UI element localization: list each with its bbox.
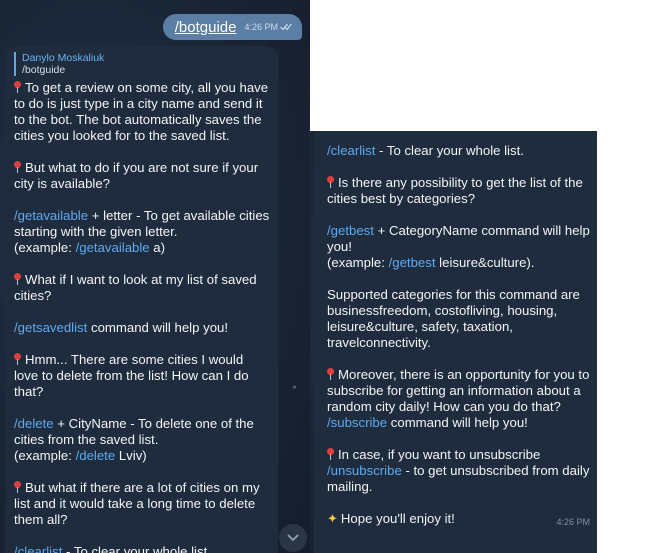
paragraph-text: - To clear your whole list. <box>375 143 524 158</box>
unsubscribe-command-link[interactable]: /unsubscribe <box>327 463 402 478</box>
example-suffix: Lviv) <box>115 448 147 463</box>
scroll-down-button[interactable] <box>279 524 307 552</box>
getbest-example-link[interactable]: /getbest <box>389 255 436 270</box>
example-prefix: (example: <box>14 448 76 463</box>
sent-message-bubble: /botguide 4:26 PM <box>162 14 302 40</box>
example-prefix: (example: <box>14 240 76 255</box>
example-suffix: a) <box>149 240 166 255</box>
pushpin-icon <box>327 368 334 380</box>
dizzy-star-icon: ✦ <box>327 511 338 526</box>
message-paragraph: Hmm... There are some cities I would lov… <box>14 352 270 400</box>
reply-quote-text: /botguide <box>22 64 66 76</box>
message-paragraph: What if I want to look at my list of sav… <box>14 272 270 304</box>
bot-reply-bubble-part2: /clearlist - To clear your whole list. I… <box>314 131 597 553</box>
getbest-command-link[interactable]: /getbest <box>327 223 374 238</box>
message-time: 4:26 PM <box>556 517 590 527</box>
pushpin-icon <box>14 161 21 173</box>
message-paragraph: But what if there are a lot of cities on… <box>14 480 270 528</box>
message-paragraph: ✦ Hope you'll enjoy it! 4:26 PM <box>327 511 590 527</box>
sent-message-meta: 4:26 PM <box>244 22 292 32</box>
subscribe-command-link[interactable]: /subscribe <box>327 415 387 430</box>
reply-quote[interactable]: Danylo Moskaliuk /botguide <box>14 52 270 76</box>
example-prefix: (example: <box>327 255 389 270</box>
pushpin-icon <box>14 353 21 365</box>
pushpin-icon <box>14 273 21 285</box>
message-paragraph: Moreover, there is an opportunity for yo… <box>327 367 590 431</box>
chevron-down-icon <box>287 534 299 542</box>
sent-message-time: 4:26 PM <box>244 22 278 32</box>
message-paragraph: /clearlist - To clear your whole list. <box>14 544 270 553</box>
paragraph-text: Supported categories for this command ar… <box>327 287 580 350</box>
message-paragraph: /getavailable + letter - To get availabl… <box>14 208 270 256</box>
paragraph-text: To get a review on some city, all you ha… <box>14 80 269 143</box>
message-paragraph: /delete + CityName - To delete one of th… <box>14 416 270 464</box>
message-paragraph: Is there any possibility to get the list… <box>327 175 590 207</box>
pushpin-icon <box>14 481 21 493</box>
chat-panel-right: /clearlist - To clear your whole list. I… <box>310 131 597 553</box>
clearlist-command-link[interactable]: /clearlist <box>14 544 62 553</box>
example-suffix: leisure&culture). <box>435 255 535 270</box>
pushpin-icon <box>327 176 334 188</box>
getavailable-command-link[interactable]: /getavailable <box>14 208 88 223</box>
paragraph-text: But what to do if you are not sure if yo… <box>14 160 259 191</box>
clearlist-command-link[interactable]: /clearlist <box>327 143 375 158</box>
paragraph-text: In case, if you want to unsubscribe <box>338 447 541 462</box>
chat-panel-left: /botguide 4:26 PM Danylo Moskaliuk /botg… <box>0 0 310 553</box>
getsavedlist-command-link[interactable]: /getsavedlist <box>14 320 87 335</box>
paragraph-text: command will help you! <box>387 415 528 430</box>
paragraph-text: What if I want to look at my list of sav… <box>14 272 257 303</box>
paragraph-text: - To clear your whole list. <box>62 544 211 553</box>
message-paragraph: To get a review on some city, all you ha… <box>14 80 270 144</box>
paragraph-text: Moreover, there is an opportunity for yo… <box>327 367 590 414</box>
delete-example-link[interactable]: /delete <box>76 448 116 463</box>
double-check-icon <box>280 23 292 31</box>
message-paragraph: /getsavedlist command will help you! <box>14 320 270 336</box>
getavailable-example-link[interactable]: /getavailable <box>76 240 150 255</box>
paragraph-text: Hmm... There are some cities I would lov… <box>14 352 249 399</box>
message-paragraph: In case, if you want to unsubscribe /uns… <box>327 447 590 495</box>
message-paragraph: /getbest + CategoryName command will hel… <box>327 223 590 271</box>
pushpin-icon <box>14 81 21 93</box>
reply-author: Danylo Moskaliuk <box>22 52 105 64</box>
paragraph-text: Hope you'll enjoy it! <box>340 511 455 526</box>
message-paragraph: /clearlist - To clear your whole list. <box>327 143 590 159</box>
bot-reply-bubble-part1: Danylo Moskaliuk /botguide To get a revi… <box>5 46 278 553</box>
delete-command-link[interactable]: /delete <box>14 416 54 431</box>
pushpin-icon <box>327 448 334 460</box>
message-paragraph: Supported categories for this command ar… <box>327 287 590 351</box>
paragraph-text: Is there any possibility to get the list… <box>327 175 583 206</box>
paragraph-text: But what if there are a lot of cities on… <box>14 480 260 527</box>
paragraph-text: command will help you! <box>87 320 229 335</box>
botguide-command-link[interactable]: /botguide <box>175 19 237 36</box>
message-paragraph: But what to do if you are not sure if yo… <box>14 160 270 192</box>
